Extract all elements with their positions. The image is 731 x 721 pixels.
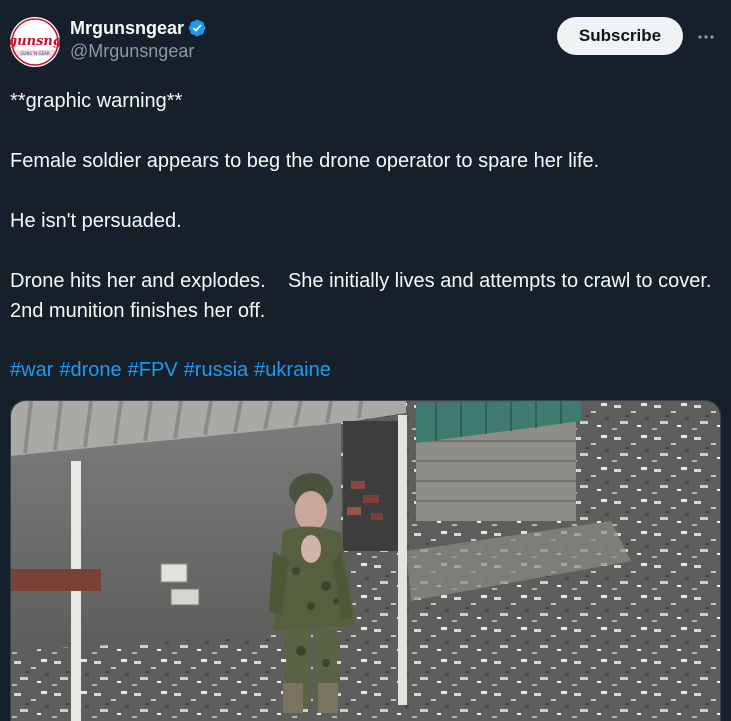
hashtag-link[interactable]: #FPV bbox=[128, 359, 178, 381]
more-horizontal-icon[interactable] bbox=[694, 25, 718, 49]
user-handle[interactable]: @Mrgunsngear bbox=[70, 41, 207, 62]
tweet-media-video[interactable] bbox=[10, 400, 721, 721]
hashtag-link[interactable]: #drone bbox=[59, 359, 121, 381]
subscribe-button[interactable]: Subscribe bbox=[557, 17, 683, 55]
hashtag-link[interactable]: #russia bbox=[184, 359, 248, 381]
author-info: Mrgunsngear @Mrgunsngear bbox=[70, 16, 207, 62]
hashtag-list: #war #drone #FPV #russia #ukraine bbox=[10, 355, 337, 385]
video-frame-image bbox=[11, 401, 720, 721]
verified-badge-icon bbox=[187, 18, 207, 38]
avatar-logo-subtext: GUNS 'N GEAR bbox=[20, 51, 50, 56]
hashtag-link[interactable]: #ukraine bbox=[254, 359, 331, 381]
avatar-logo-text: gunsng bbox=[10, 34, 60, 49]
tweet-paragraph: **graphic warning** bbox=[10, 90, 183, 112]
tweet-paragraph: He isn't persuaded. bbox=[10, 210, 182, 232]
tweet-text: **graphic warning** Female soldier appea… bbox=[10, 86, 722, 356]
hashtag-link[interactable]: #war bbox=[10, 359, 53, 381]
tweet-paragraph: Drone hits her and explodes. She initial… bbox=[10, 270, 729, 322]
tweet-paragraph: Female soldier appears to beg the drone … bbox=[10, 150, 600, 172]
avatar[interactable]: gunsng GUNS 'N GEAR bbox=[10, 17, 60, 67]
display-name[interactable]: Mrgunsngear bbox=[70, 18, 184, 39]
tweet-card: gunsng GUNS 'N GEAR Mrgunsngear @Mrgunsn… bbox=[0, 0, 731, 721]
